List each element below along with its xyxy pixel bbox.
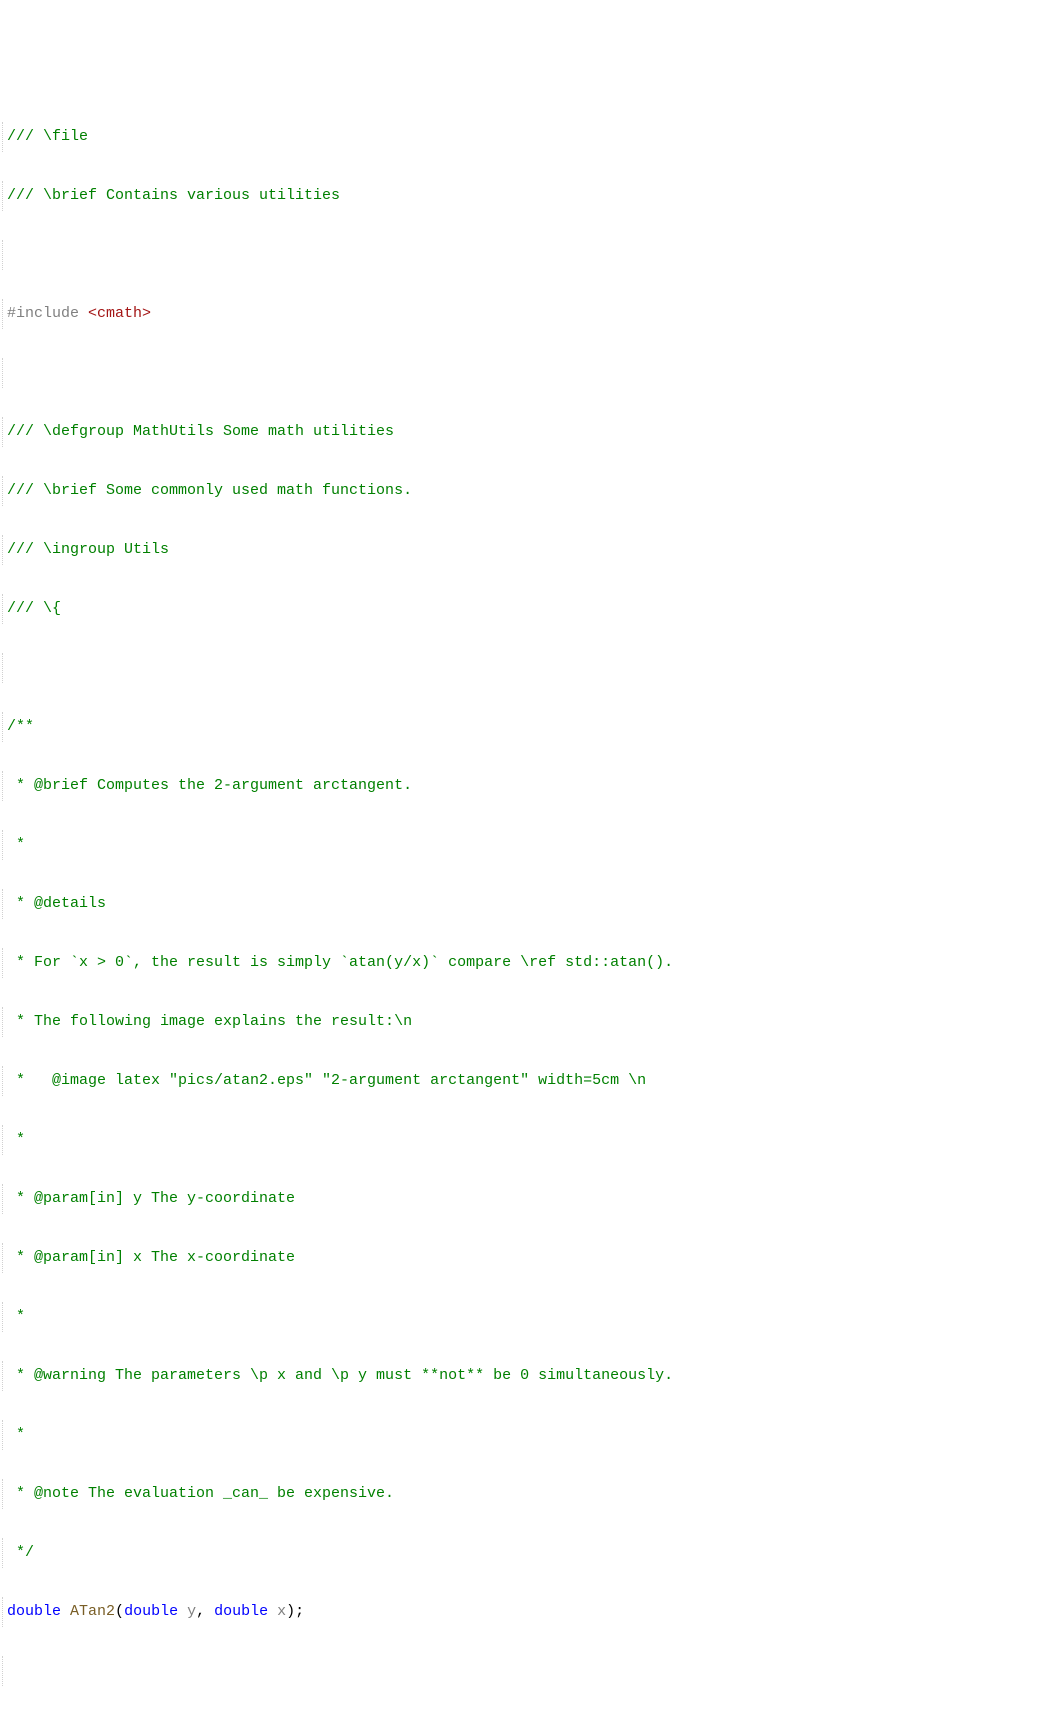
code-line: /// \defgroup MathUtils Some math utilit… [2,417,1037,447]
token-preproc: #include [7,305,88,322]
token-comment: * @details [7,895,106,912]
token-plain: ); [286,1603,304,1620]
code-line: * @image latex "pics/atan2.eps" "2-argum… [2,1066,1037,1096]
code-line: */ [2,1538,1037,1568]
code-line: * [2,1125,1037,1155]
code-line: /** [2,712,1037,742]
token-ident: y [187,1603,196,1620]
code-line: * @param[in] y The y-coordinate [2,1184,1037,1214]
code-line [2,240,1037,270]
code-line: * [2,1420,1037,1450]
token-keyword: double [124,1603,178,1620]
code-line: * The following image explains the resul… [2,1007,1037,1037]
code-line: * @param[in] x The x-coordinate [2,1243,1037,1273]
token-comment: * @brief Computes the 2-argument arctang… [7,777,412,794]
code-line: * @brief Computes the 2-argument arctang… [2,771,1037,801]
token-comment: * [7,836,25,853]
token-plain: ( [115,1603,124,1620]
token-comment: * [7,1426,25,1443]
token-comment: /// \defgroup MathUtils Some math utilit… [7,423,394,440]
token-comment: * [7,1308,25,1325]
code-line: /// \brief Contains various utilities [2,181,1037,211]
token-comment: * The following image explains the resul… [7,1013,412,1030]
token-plain: , [196,1603,214,1620]
code-block: /// \file /// \brief Contains various ut… [0,122,1037,1710]
code-line: /// \brief Some commonly used math funct… [2,476,1037,506]
code-line: #include <cmath> [2,299,1037,329]
token-comment: /// \brief Contains various utilities [7,187,340,204]
token-comment: /** [7,718,34,735]
token-comment: /// \brief Some commonly used math funct… [7,482,412,499]
token-comment: * @warning The parameters \p x and \p y … [7,1367,673,1384]
token-keyword: double [214,1603,268,1620]
token-comment: */ [7,1544,34,1561]
token-keyword: double [7,1603,61,1620]
token-comment: /// \{ [7,600,61,617]
token-string: <cmath> [88,305,151,322]
code-line: /// \{ [2,594,1037,624]
code-line: * [2,830,1037,860]
token-plain [268,1603,277,1620]
token-comment: * @image latex "pics/atan2.eps" "2-argum… [7,1072,646,1089]
token-comment: /// \ingroup Utils [7,541,169,558]
token-plain [61,1603,70,1620]
token-comment: /// \file [7,128,88,145]
token-comment: * [7,1131,25,1148]
token-ident: x [277,1603,286,1620]
code-line: * @note The evaluation _can_ be expensiv… [2,1479,1037,1509]
code-line [2,358,1037,388]
code-line: * @details [2,889,1037,919]
token-comment: * @param[in] x The x-coordinate [7,1249,295,1266]
code-line [2,1656,1037,1686]
code-line: * For `x > 0`, the result is simply `ata… [2,948,1037,978]
code-line: * [2,1302,1037,1332]
token-comment: * For `x > 0`, the result is simply `ata… [7,954,673,971]
code-line: * @warning The parameters \p x and \p y … [2,1361,1037,1391]
code-line: /// \ingroup Utils [2,535,1037,565]
code-line [2,653,1037,683]
token-comment: * @param[in] y The y-coordinate [7,1190,295,1207]
token-func: ATan2 [70,1603,115,1620]
token-comment: * @note The evaluation _can_ be expensiv… [7,1485,394,1502]
code-line: double ATan2(double y, double x); [2,1597,1037,1627]
token-plain [178,1603,187,1620]
code-line: /// \file [2,122,1037,152]
